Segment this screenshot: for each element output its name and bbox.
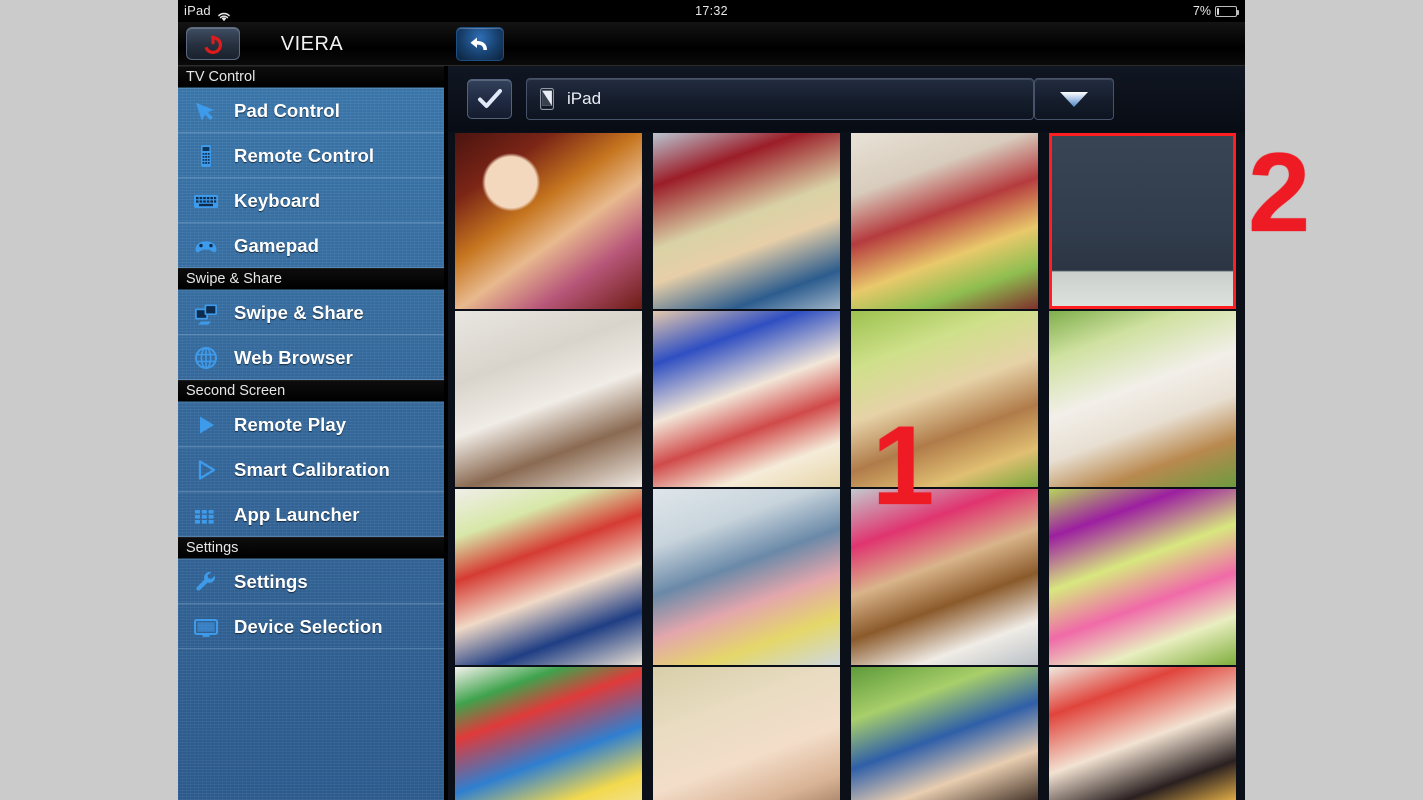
sidebar-item-pad-control[interactable]: Pad Control (178, 88, 444, 133)
photo-thumbnail[interactable] (851, 133, 1038, 309)
photo-thumbnail-grid[interactable] (448, 132, 1245, 800)
keyboard-icon (178, 187, 234, 215)
device-name-label: iPad (567, 89, 602, 108)
sidebar-item-label: App Launcher (234, 503, 360, 525)
back-arrow-icon (470, 37, 487, 50)
device-select-dropdown[interactable]: iPad (526, 78, 1034, 120)
photo-thumbnail[interactable] (653, 311, 840, 487)
photo-image (851, 311, 1038, 487)
sidebar-item-remote-play[interactable]: Remote Play (178, 402, 444, 447)
play-filled-icon (178, 411, 234, 439)
play-outline-icon (178, 456, 234, 484)
monitor-icon (178, 613, 234, 641)
ipad-app-window: iPad 17:32 7% VIERA TV Control Pad Contr… (178, 0, 1245, 800)
photo-thumbnail[interactable] (653, 133, 840, 309)
sidebar-item-label: Remote Control (234, 144, 375, 166)
sidebar-item-label: Swipe & Share (234, 301, 364, 323)
page-title: VIERA (280, 33, 344, 55)
photo-thumbnail[interactable] (1049, 311, 1236, 487)
battery-fill (1217, 7, 1219, 15)
photo-image (1049, 311, 1236, 487)
sidebar-item-label: Device Selection (234, 615, 383, 637)
photo-thumbnail[interactable] (455, 667, 642, 800)
remote-control-icon (178, 142, 234, 170)
navigation-sidebar[interactable]: TV Control Pad Control Remote Control Keybo… (178, 66, 446, 800)
photo-browser-panel: iPad (448, 66, 1245, 800)
photo-image (455, 133, 642, 309)
sidebar-item-keyboard[interactable]: Keyboard (178, 178, 444, 223)
sidebar-item-settings[interactable]: Settings (178, 559, 444, 604)
sidebar-section-header-swipe-share: Swipe & Share (178, 268, 444, 290)
photo-thumbnail[interactable] (851, 311, 1038, 487)
photo-image (653, 489, 840, 665)
photo-image (653, 667, 840, 800)
app-header-bar: VIERA (178, 22, 1245, 66)
gamepad-icon (178, 232, 234, 260)
photo-thumbnail[interactable] (653, 667, 840, 800)
battery-percent-label: 7% (1192, 4, 1211, 18)
sidebar-item-label: Web Browser (234, 346, 353, 368)
sidebar-item-swipe-share[interactable]: Swipe & Share (178, 290, 444, 335)
sidebar-item-label: Settings (234, 570, 308, 592)
device-dropdown-arrow-button[interactable] (1034, 78, 1114, 120)
iphone-device-icon (527, 88, 567, 110)
select-all-checkbox[interactable] (467, 79, 512, 119)
photo-image (455, 667, 642, 800)
photo-thumbnail[interactable] (1049, 667, 1236, 800)
photo-thumbnail[interactable] (653, 489, 840, 665)
photo-thumbnail[interactable] (1049, 489, 1236, 665)
photo-toolbar: iPad (448, 66, 1245, 132)
wrench-icon (178, 568, 234, 596)
sidebar-item-web-browser[interactable]: Web Browser (178, 335, 444, 380)
photo-image (1049, 667, 1236, 800)
photo-image (455, 489, 642, 665)
sidebar-item-app-launcher[interactable]: App Launcher (178, 492, 444, 537)
sidebar-section-header-settings: Settings (178, 537, 444, 559)
sidebar-section-header-second-screen: Second Screen (178, 380, 444, 402)
ios-status-bar: iPad 17:32 7% (178, 0, 1245, 22)
photo-thumbnail[interactable] (455, 311, 642, 487)
cursor-arrow-icon (178, 97, 234, 125)
photo-thumbnail[interactable] (851, 667, 1038, 800)
photo-thumbnail[interactable] (455, 133, 642, 309)
photo-image (851, 489, 1038, 665)
photo-image (851, 667, 1038, 800)
globe-icon (178, 344, 234, 372)
battery-icon (1215, 5, 1239, 17)
grid-apps-icon (178, 501, 234, 529)
sidebar-item-device-selection[interactable]: Device Selection (178, 604, 444, 649)
swipe-share-icon (178, 299, 234, 327)
sidebar-item-label: Pad Control (234, 99, 340, 121)
photo-image (1049, 489, 1236, 665)
sidebar-item-smart-calibration[interactable]: Smart Calibration (178, 447, 444, 492)
status-clock: 17:32 (695, 4, 728, 18)
photo-image (653, 311, 840, 487)
checkmark-icon (477, 89, 502, 108)
photo-image (455, 311, 642, 487)
photo-image (653, 133, 840, 309)
photo-image (851, 133, 1038, 309)
sidebar-item-label: Keyboard (234, 189, 321, 211)
annotation-marker-2: 2 (1248, 130, 1311, 255)
back-button[interactable] (456, 27, 504, 61)
sidebar-section-header-tv-control: TV Control (178, 66, 444, 88)
chevron-down-icon (1060, 92, 1088, 107)
sidebar-item-gamepad[interactable]: Gamepad (178, 223, 444, 268)
status-bar-right: 7% (1192, 0, 1239, 22)
sidebar-item-label: Gamepad (234, 234, 320, 256)
photo-thumbnail[interactable] (455, 489, 642, 665)
sidebar-item-label: Smart Calibration (234, 458, 390, 480)
sidebar-item-label: Remote Play (234, 413, 347, 435)
photo-thumbnail[interactable] (851, 489, 1038, 665)
photo-thumbnail[interactable] (1049, 133, 1236, 309)
sidebar-item-remote-control[interactable]: Remote Control (178, 133, 444, 178)
